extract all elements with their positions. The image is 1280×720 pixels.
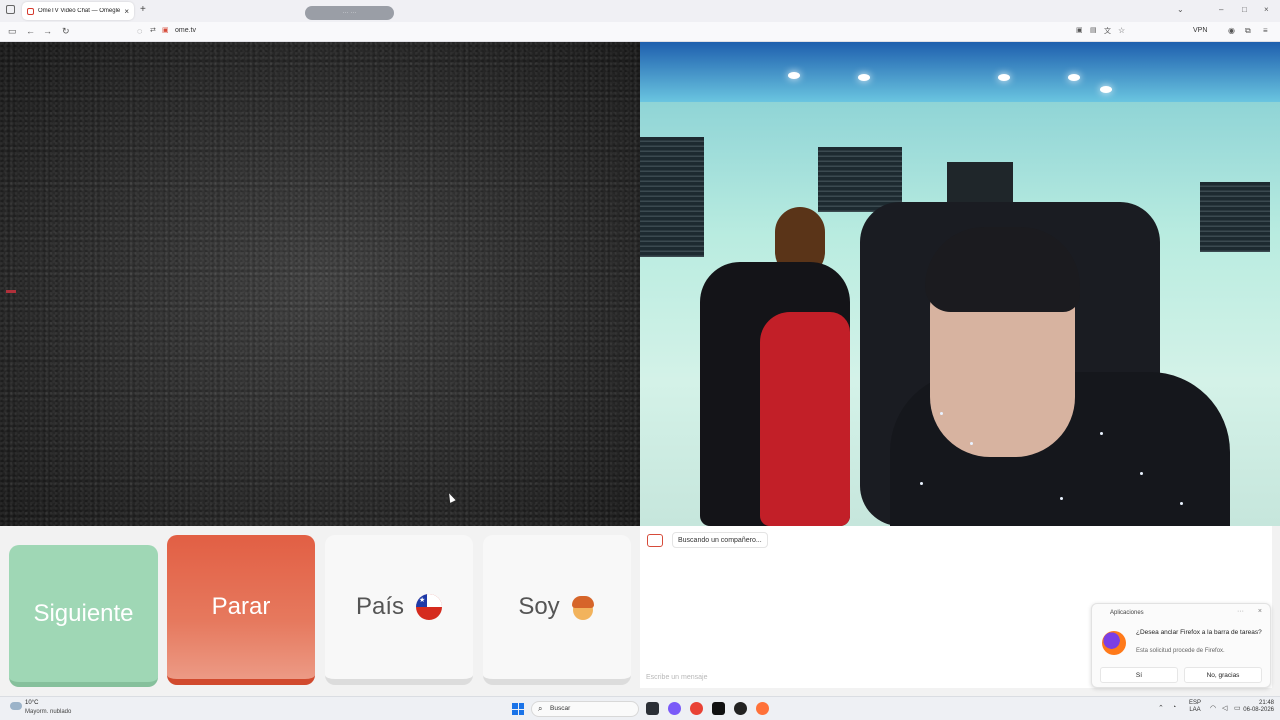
forward-icon[interactable]: → [43,26,52,36]
search-icon: ⌕ [538,704,543,713]
next-button[interactable]: Siguiente [9,545,158,687]
network-icon[interactable]: ◔ [1172,704,1176,711]
ometv-logo-icon [647,534,663,547]
notification-title: ¿Desea anclar Firefox a la barra de tare… [1136,629,1262,636]
stranger-video: 🔈︎ [0,42,640,564]
tab-bar: OmeTV Video Chat — Omegle × + ··· ··· ⌄ … [0,0,1280,22]
capcut-icon[interactable] [712,702,725,715]
firefox-taskbar-icon[interactable] [756,702,769,715]
url-field[interactable]: ome.tv [175,27,196,34]
country-button[interactable]: País ★ [325,535,473,685]
tab-group-pill[interactable]: ··· ··· [305,6,394,20]
tracking-shield-icon[interactable]: ◌ [137,26,142,36]
gender-button[interactable]: Soy [483,535,631,685]
back-icon[interactable]: ← [26,26,35,36]
message-input[interactable]: Escribe un mensaje [646,674,707,681]
permissions-icon[interactable]: ⇄ [150,26,156,34]
pin-firefox-notification: Aplicaciones ··· × ¿Desea anclar Firefox… [1091,603,1271,688]
copilot-icon[interactable] [668,702,681,715]
translate-icon[interactable]: 文 [1104,26,1111,36]
firefox-logo-icon [1102,631,1126,655]
stop-label: Parar [211,593,271,620]
own-webcam-video [640,42,1280,526]
extensions-icon[interactable]: ⧉ [1245,26,1251,36]
minimize-button[interactable]: – [1219,5,1223,14]
ometv-favicon-icon [27,7,34,15]
notification-app-name: Aplicaciones [1110,610,1144,616]
task-view-icon[interactable] [646,702,659,715]
search-label: Buscar [550,705,571,712]
boy-emoji-icon [570,594,596,620]
browser-tab[interactable]: OmeTV Video Chat — Omegle × [22,2,134,20]
vpn-button[interactable]: VPN [1193,27,1207,34]
more-options-icon[interactable]: ··· [1237,608,1244,615]
stop-button[interactable]: Parar [167,535,315,685]
chrome-icon[interactable] [690,702,703,715]
reload-icon[interactable]: ↻ [62,26,70,37]
notification-subtitle: Esta solicitud procede de Firefox. [1136,648,1225,654]
gender-label: Soy [518,593,560,620]
screenshot-icon[interactable]: ▤ [1090,26,1097,34]
language-indicator[interactable]: ESP LAA [1189,700,1201,714]
new-tab-button[interactable]: + [140,4,146,15]
start-button[interactable] [512,703,524,715]
reader-icon[interactable]: ▣ [1076,26,1083,34]
chile-flag-icon: ★ [416,594,443,620]
yes-button[interactable]: Sí [1100,667,1178,683]
taskbar-search[interactable]: ⌕ Buscar [531,701,639,717]
close-window-button[interactable]: × [1264,5,1269,14]
account-icon[interactable]: ◉ [1228,26,1235,35]
weather-temp: 10°C [25,700,39,706]
show-hidden-icons[interactable]: ⌃ [1158,704,1164,712]
taskbar: 10°C Mayorm. nublado ⌕ Buscar ⌃ ◔ ESP LA… [0,696,1280,720]
next-label: Siguiente [33,599,134,627]
wifi-icon[interactable]: ◠ [1210,704,1216,712]
list-all-tabs-icon[interactable]: ⌄ [1177,5,1184,14]
cloud-icon [10,702,22,710]
no-thanks-button[interactable]: No, gracias [1184,667,1262,683]
volume-tray-icon[interactable]: ◁ [1222,704,1227,712]
maximize-button[interactable]: □ [1242,5,1247,14]
sidebar-icon[interactable]: ▭ [8,26,17,37]
tab-title: OmeTV Video Chat — Omegle [38,8,121,14]
report-flag-icon[interactable] [6,290,16,293]
sidebar-toggle-icon[interactable] [6,5,15,14]
obs-icon[interactable] [734,702,747,715]
notification-close-icon[interactable]: × [1258,608,1262,615]
country-label: País [355,593,405,620]
bookmark-star-icon[interactable]: ☆ [1118,26,1125,35]
site-favicon-icon: ▣ [162,27,169,34]
action-buttons: Siguiente Parar País ★ Soy [0,526,640,696]
tab-close-icon[interactable]: × [124,7,129,16]
chat-status-message: Buscando un compañero... [672,532,768,548]
menu-icon[interactable]: ≡ [1263,26,1268,35]
clock[interactable]: 21:48 06-08-2026 [1238,700,1274,714]
navigation-bar: ▭ ← → ↻ ◌ ⇄ ▣ ome.tv ▣ ▤ 文 ☆ VPN ◉ ⧉ ≡ [0,22,1280,42]
weather-condition: Mayorm. nublado [25,709,72,715]
